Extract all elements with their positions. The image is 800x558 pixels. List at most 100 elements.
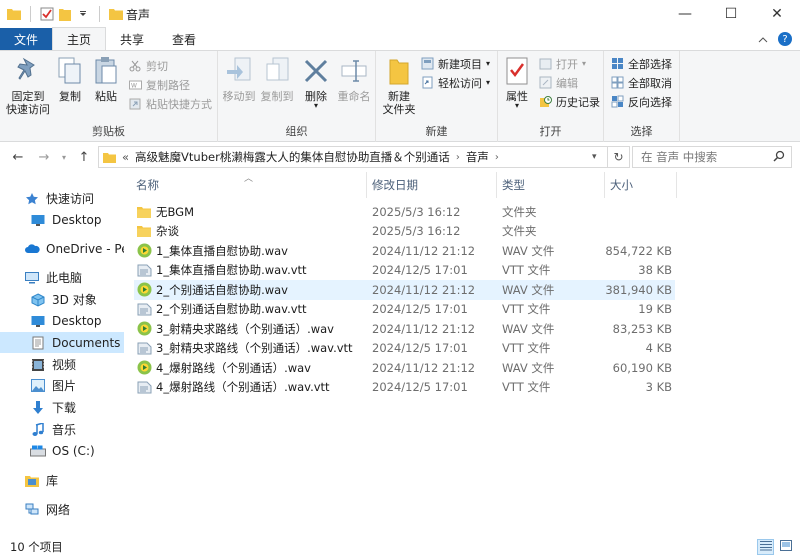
tab-file[interactable]: 文件 [0, 28, 52, 50]
sidebar-item-onedrive[interactable]: OneDrive - Per [0, 238, 124, 259]
copy-path-button[interactable]: W 复制路径 [128, 76, 190, 93]
list-item[interactable]: 3_射精央求路线（个别通话）.wav 2024/11/12 21:12 WAV … [134, 319, 675, 339]
tab-share[interactable]: 共享 [106, 28, 158, 50]
close-button[interactable]: ✕ [754, 0, 800, 28]
list-item[interactable]: 3_射精央求路线（个别通话）.wav.vtt 2024/12/5 17:01 V… [134, 339, 675, 359]
list-item[interactable]: 1_集体直播自慰协助.wav.vtt 2024/12/5 17:01 VTT 文… [134, 261, 675, 281]
new-folder-quick-icon[interactable] [57, 6, 73, 22]
address-bar[interactable]: « 高级魅魔Vtuber桃濑梅露大人的集体自慰协助直播＆个别通话 › 音声 › [98, 146, 608, 168]
list-item[interactable]: 4_爆射路线（个别通话）.wav.vtt 2024/12/5 17:01 VTT… [134, 378, 675, 398]
rename-button[interactable]: 重命名 [334, 55, 374, 103]
column-type[interactable]: 类型 [500, 172, 604, 198]
copy-to-button[interactable]: 复制到 [258, 55, 296, 103]
list-item[interactable]: 1_集体直播自慰协助.wav 2024/11/12 21:12 WAV 文件 8… [134, 241, 675, 261]
select-none-button[interactable]: 全部取消 [610, 74, 672, 91]
forward-button[interactable]: → [34, 147, 54, 167]
sidebar-item-this-pc[interactable]: 此电脑 [0, 267, 124, 288]
ribbon-group-select: 全部选择 全部取消 反向选择 选择 [604, 51, 680, 142]
list-item[interactable]: 2_个别通话自慰协助.wav.vtt 2024/12/5 17:01 VTT 文… [134, 300, 675, 320]
refresh-icon: ↻ [613, 150, 624, 164]
wav-audio-icon [136, 321, 152, 337]
large-icons-view-icon [779, 540, 792, 554]
library-icon [24, 473, 40, 489]
details-view-button[interactable] [757, 539, 774, 555]
column-date[interactable]: 修改日期 [370, 172, 498, 198]
column-name[interactable]: 名称 [134, 172, 366, 198]
delete-button[interactable]: 删除 ▾ [300, 55, 332, 110]
list-item[interactable]: 无BGM 2025/5/3 16:12 文件夹 [134, 202, 675, 222]
collapse-ribbon-chevron-icon[interactable] [758, 33, 768, 46]
list-item[interactable]: 4_爆射路线（个别通话）.wav 2024/11/12 21:12 WAV 文件… [134, 358, 675, 378]
open-icon [538, 57, 552, 71]
customize-chevron-icon[interactable] [75, 6, 91, 22]
search-placeholder: 在 音声 中搜索 [641, 150, 718, 164]
back-button[interactable]: ← [8, 147, 28, 167]
new-folder-button[interactable]: 新建 文件夹 [380, 55, 418, 116]
column-headers: ︿ 名称 修改日期 类型 大小 [134, 172, 680, 198]
select-all-button[interactable]: 全部选择 [610, 55, 672, 72]
pin-quick-access-button[interactable]: 固定到 快速访问 [6, 55, 50, 116]
sidebar-item-network[interactable]: 网络 [0, 499, 124, 520]
delete-x-icon [301, 55, 331, 87]
copy-path-icon: W [128, 78, 142, 92]
sidebar-item-videos[interactable]: 视频 [0, 354, 124, 375]
sidebar-item-downloads[interactable]: 下载 [0, 397, 124, 418]
maximize-button[interactable]: ☐ [708, 0, 754, 28]
copy-button[interactable]: 复制 [54, 55, 86, 103]
address-history-chevron-icon[interactable]: ▾ [592, 152, 597, 162]
refresh-button[interactable]: ↻ [608, 146, 630, 168]
minimize-button[interactable]: — [662, 0, 708, 28]
column-resize-handle[interactable] [676, 172, 677, 198]
search-input[interactable]: 在 音声 中搜索 [632, 146, 792, 168]
list-item[interactable]: 杂谈 2025/5/3 16:12 文件夹 [134, 222, 675, 242]
column-resize-handle[interactable] [366, 172, 367, 198]
music-icon [30, 422, 46, 438]
new-item-button[interactable]: 新建项目 ▾ [420, 55, 490, 72]
vtt-file-icon [136, 379, 152, 395]
breadcrumb-current[interactable]: 音声 [466, 149, 489, 165]
up-button[interactable]: ↑ [74, 147, 94, 167]
column-resize-handle[interactable] [604, 172, 605, 198]
scissors-icon [128, 59, 142, 73]
cut-button[interactable]: 剪切 [128, 57, 168, 74]
paste-button[interactable]: 粘贴 [90, 55, 122, 103]
wav-audio-icon [136, 360, 152, 376]
sidebar-item-3d-objects[interactable]: 3D 对象 [0, 289, 124, 310]
sidebar-item-desktop-quick[interactable]: Desktop [0, 209, 124, 230]
edit-button[interactable]: 编辑 [538, 74, 578, 91]
clipboard-group-label: 剪贴板 [92, 125, 125, 138]
tab-home[interactable]: 主页 [52, 27, 107, 50]
open-button[interactable]: 打开 ▾ [538, 55, 586, 72]
help-icon[interactable]: ? [778, 32, 792, 46]
properties-check-icon[interactable] [39, 6, 55, 22]
properties-button[interactable]: 属性 ▾ [500, 55, 534, 110]
move-to-button[interactable]: 移动到 [220, 55, 258, 103]
tab-view[interactable]: 查看 [158, 28, 210, 50]
ribbon-group-open: 属性 ▾ 打开 ▾ 编辑 历史记录 打开 [498, 51, 604, 142]
folder-icon[interactable] [6, 6, 22, 22]
large-icons-view-button[interactable] [777, 539, 794, 555]
history-button[interactable]: 历史记录 [538, 93, 600, 110]
sidebar-item-pictures[interactable]: 图片 [0, 375, 124, 396]
sidebar-item-documents[interactable]: Documents [0, 332, 124, 353]
sidebar-item-os-drive[interactable]: OS (C:) [0, 440, 124, 461]
breadcrumb-chevron-icon[interactable]: › [495, 152, 499, 163]
list-item[interactable]: 2_个别通话自慰协助.wav 2024/11/12 21:12 WAV 文件 3… [134, 280, 675, 300]
chevron-down-icon: ▾ [61, 152, 66, 162]
sidebar-item-quick-access[interactable]: 快速访问 [0, 188, 124, 209]
sidebar-item-music[interactable]: 音乐 [0, 419, 124, 440]
folder-icon [136, 204, 152, 220]
navigation-bar: ← → ▾ ↑ « 高级魅魔Vtuber桃濑梅露大人的集体自慰协助直播＆个别通话… [0, 144, 800, 170]
column-size[interactable]: 大小 [608, 172, 676, 198]
breadcrumb-parent[interactable]: 高级魅魔Vtuber桃濑梅露大人的集体自慰协助直播＆个别通话 [135, 149, 450, 165]
paste-shortcut-button[interactable]: 粘贴快捷方式 [128, 95, 212, 112]
sidebar-item-libraries[interactable]: 库 [0, 470, 124, 491]
breadcrumb-chevron-icon[interactable]: › [456, 152, 460, 163]
easy-access-button[interactable]: 轻松访问 ▾ [420, 74, 490, 91]
recent-locations-button[interactable]: ▾ [54, 147, 74, 167]
invert-selection-button[interactable]: 反向选择 [610, 93, 672, 110]
column-resize-handle[interactable] [496, 172, 497, 198]
sidebar-item-desktop[interactable]: Desktop [0, 310, 124, 331]
wav-audio-icon [136, 243, 152, 259]
breadcrumb-overflow[interactable]: « [122, 150, 129, 164]
